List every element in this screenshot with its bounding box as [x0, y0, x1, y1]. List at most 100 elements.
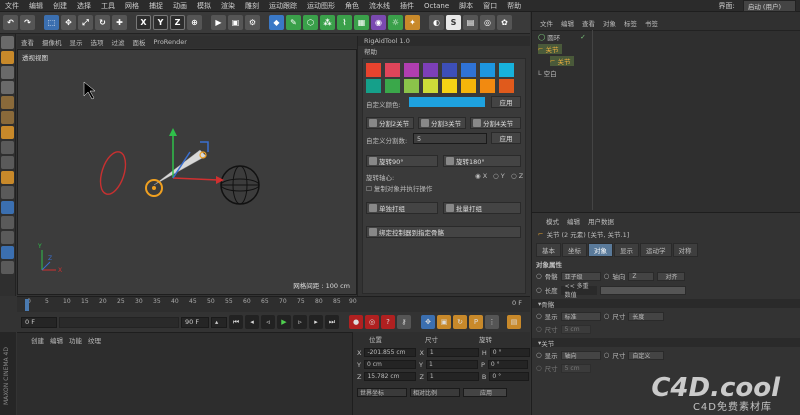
attr-menu-edit[interactable]: 编辑 — [567, 216, 580, 226]
mat-menu-edit[interactable]: 编辑 — [50, 335, 63, 345]
single-group-button[interactable]: 单独打组 — [366, 202, 438, 214]
attr-menu-userdata[interactable]: 用户数据 — [588, 216, 614, 226]
render-picture-icon[interactable]: ▣ — [228, 15, 243, 30]
object-row-joint[interactable]: ⌐ 关节 — [538, 44, 563, 54]
copy-exec-checkbox[interactable]: ☐ 复制对象并执行操作 — [366, 183, 432, 193]
display-select[interactable]: 标准 — [560, 311, 601, 321]
x-axis-icon[interactable]: X — [136, 15, 151, 30]
rot-h-field[interactable]: 0 ° — [489, 348, 530, 357]
batch-group-button[interactable]: 批量打组 — [443, 202, 521, 214]
next-frame-icon[interactable]: ▹ — [293, 315, 307, 329]
joint-display-select[interactable]: 轴向 — [560, 350, 601, 360]
object-row-ring[interactable]: ◯ 圆环 ✓ — [538, 32, 586, 42]
rotate-180-button[interactable]: 旋转180° — [443, 155, 521, 167]
tab-coord[interactable]: 坐标 — [562, 243, 587, 257]
color-swatch-5[interactable] — [442, 63, 457, 77]
playhead[interactable] — [25, 299, 29, 311]
render-view-icon[interactable]: ▶ — [211, 15, 226, 30]
length-field[interactable]: << 多重数值 — [560, 283, 597, 299]
menu-render[interactable]: 渲染 — [216, 1, 240, 11]
color-apply-button[interactable]: 应用 — [491, 96, 521, 108]
menu-create[interactable]: 创建 — [48, 1, 72, 11]
size-mode-select[interactable]: 相对比例 — [410, 388, 460, 397]
rot-b-field[interactable]: 0 ° — [489, 372, 530, 381]
layer-icon[interactable] — [1, 246, 14, 259]
cloner-icon[interactable]: ▦ — [354, 15, 369, 30]
timeline-window-icon[interactable]: ▤ — [507, 315, 521, 329]
camera-icon[interactable]: ◐ — [429, 15, 444, 30]
menu-animate[interactable]: 动画 — [168, 1, 192, 11]
obj-menu-view[interactable]: 查看 — [582, 18, 595, 28]
color-swatch-11[interactable] — [404, 79, 419, 93]
custom-color-picker[interactable] — [409, 97, 485, 107]
lock-icon[interactable] — [1, 186, 14, 199]
menu-pipeline[interactable]: 流水线 — [364, 1, 395, 11]
color-swatch-15[interactable] — [480, 79, 495, 93]
joint-display-radio[interactable]: ○ — [536, 351, 542, 359]
deformer-icon[interactable]: ⌇ — [337, 15, 352, 30]
length-radio[interactable]: ○ — [536, 286, 542, 294]
sculpt-icon[interactable] — [1, 216, 14, 229]
key-param-icon[interactable]: P — [469, 315, 483, 329]
vp-menu-display[interactable]: 显示 — [66, 37, 87, 47]
menu-tools[interactable]: 工具 — [96, 1, 120, 11]
z-axis-icon[interactable]: Z — [170, 15, 185, 30]
key-icon[interactable]: ⚷ — [397, 315, 411, 329]
joint-size-field[interactable]: 5 cm — [560, 363, 591, 373]
snap-icon[interactable]: S — [446, 15, 461, 30]
size-radio[interactable]: ○ — [604, 312, 610, 320]
coord-apply-button[interactable]: 应用 — [463, 388, 507, 397]
visibility-check-icon[interactable]: ✓ — [580, 33, 585, 41]
coord-mode-select[interactable]: 世界坐标 — [357, 388, 407, 397]
play-icon[interactable]: ▶ — [277, 315, 291, 329]
color-swatch-8[interactable] — [499, 63, 514, 77]
subdivision-icon[interactable]: ⬡ — [303, 15, 318, 30]
menu-window[interactable]: 窗口 — [478, 1, 502, 11]
undo-icon[interactable]: ↶ — [3, 15, 18, 30]
color-swatch-6[interactable] — [461, 63, 476, 77]
obj-menu-object[interactable]: 对象 — [603, 18, 616, 28]
pen-icon[interactable]: ✎ — [286, 15, 301, 30]
color-swatch-16[interactable] — [499, 79, 514, 93]
polygon-mode-icon[interactable] — [1, 126, 14, 139]
axis-radio[interactable]: ○ — [604, 272, 610, 280]
texture-mode-icon[interactable] — [1, 66, 14, 79]
mat-menu-create[interactable]: 创建 — [31, 335, 44, 345]
axis-radio-y[interactable]: ○ Y — [493, 172, 505, 180]
vp-menu-camera[interactable]: 摄像机 — [38, 37, 66, 47]
select-icon[interactable]: ⬚ — [44, 15, 59, 30]
next-key-icon[interactable]: ▸ — [309, 315, 323, 329]
attr-menu-mode[interactable]: 模式 — [546, 216, 559, 226]
size-select[interactable]: 长度 — [628, 311, 665, 321]
key-rotation-icon[interactable]: ↻ — [453, 315, 467, 329]
menu-select[interactable]: 选择 — [72, 1, 96, 11]
array-icon[interactable]: ⁂ — [320, 15, 335, 30]
interface-dropdown[interactable]: 启动 (用户) — [742, 0, 796, 12]
octane-icon[interactable]: ◎ — [480, 15, 495, 30]
object-row-null[interactable]: L 空白 — [538, 68, 557, 78]
section-joint[interactable]: ▾ 关节 — [532, 338, 800, 348]
obj-menu-bookmarks[interactable]: 书签 — [645, 18, 658, 28]
goto-end-icon[interactable]: ⏭ — [325, 315, 339, 329]
pos-z-field[interactable]: 15.782 cm — [364, 372, 417, 381]
color-swatch-12[interactable] — [423, 79, 438, 93]
object-row-joint-child[interactable]: ⌐ 关节 — [550, 56, 575, 66]
tab-symmetry[interactable]: 对称 — [672, 243, 698, 257]
menu-octane[interactable]: Octane — [419, 2, 454, 10]
perspective-viewport[interactable]: 透视视图 Y X Z 网格间距: 100 cm — [17, 49, 357, 295]
axis-radio-z[interactable]: ○ Z — [511, 172, 523, 180]
menu-mesh[interactable]: 网格 — [120, 1, 144, 11]
preview-range-slider[interactable] — [59, 316, 179, 328]
obj-menu-file[interactable]: 文件 — [540, 18, 553, 28]
obj-menu-tags[interactable]: 标签 — [624, 18, 637, 28]
key-pla-icon[interactable]: ⋮ — [485, 315, 499, 329]
color-swatch-3[interactable] — [404, 63, 419, 77]
color-swatch-9[interactable] — [366, 79, 381, 93]
size-field-radio[interactable]: ○ — [536, 325, 542, 333]
menu-help[interactable]: 帮助 — [502, 1, 526, 11]
mat-menu-texture[interactable]: 纹理 — [88, 335, 101, 345]
color-swatch-10[interactable] — [385, 79, 400, 93]
recent-tool-icon[interactable]: ✚ — [112, 15, 127, 30]
workplane-mode-icon[interactable] — [1, 81, 14, 94]
vp-menu-options[interactable]: 选项 — [87, 37, 108, 47]
